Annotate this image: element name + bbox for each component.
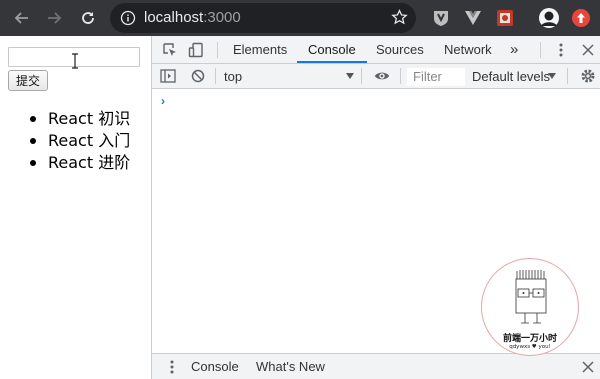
sidebar-toggle-icon[interactable] bbox=[160, 68, 176, 84]
tab-sources[interactable]: Sources bbox=[376, 36, 424, 64]
chevron-down-icon bbox=[548, 73, 556, 79]
back-button[interactable] bbox=[10, 6, 34, 30]
log-levels-select[interactable]: Default levels bbox=[472, 69, 550, 84]
console-toolbar: top Filter Default levels bbox=[152, 64, 600, 89]
tab-network[interactable]: Network bbox=[444, 36, 492, 64]
toolbar-divider bbox=[400, 68, 401, 84]
chevron-down-icon bbox=[346, 73, 354, 79]
kebab-menu-icon[interactable] bbox=[553, 42, 569, 58]
url-text: localhost:3000 bbox=[144, 9, 241, 26]
filter-input[interactable]: Filter bbox=[407, 68, 465, 86]
clear-console-icon[interactable] bbox=[190, 68, 206, 84]
eye-icon[interactable] bbox=[374, 68, 390, 84]
drawer-tab-bar: Console What's New bbox=[152, 353, 600, 379]
toolbar-divider bbox=[215, 68, 216, 84]
toolbar-divider bbox=[567, 68, 568, 84]
inspect-element-icon[interactable] bbox=[162, 42, 178, 58]
toolbar-divider bbox=[217, 42, 218, 58]
devtools-tab-bar: Elements Console Sources Network » bbox=[152, 36, 600, 64]
mascot-icon bbox=[515, 270, 547, 324]
list-item: React 进阶 bbox=[30, 152, 130, 174]
avatar-icon[interactable] bbox=[538, 7, 560, 29]
bookmark-star-icon[interactable] bbox=[391, 9, 408, 26]
page-content: 提交 React 初识 React 入门 React 进阶 bbox=[0, 36, 151, 379]
reload-button[interactable] bbox=[76, 6, 100, 30]
arrow-left-icon bbox=[14, 12, 28, 24]
context-select[interactable]: top bbox=[224, 69, 242, 84]
more-tabs-button[interactable]: » bbox=[510, 36, 518, 64]
extension-gallery-icon[interactable] bbox=[494, 7, 516, 29]
info-icon[interactable] bbox=[120, 10, 136, 26]
address-bar[interactable]: localhost:3000 bbox=[110, 3, 416, 33]
close-icon[interactable] bbox=[580, 42, 596, 58]
watermark-badge: 前端一万小时 qdywxs ♥ you! bbox=[481, 258, 579, 356]
tab-elements[interactable]: Elements bbox=[233, 36, 287, 64]
gear-icon[interactable] bbox=[580, 68, 596, 84]
extension-shield-icon[interactable] bbox=[430, 7, 452, 29]
console-prompt: › bbox=[161, 94, 165, 108]
drawer-tab-console[interactable]: Console bbox=[191, 354, 239, 379]
submit-button[interactable]: 提交 bbox=[8, 70, 48, 91]
drawer-menu-icon[interactable] bbox=[164, 359, 180, 375]
active-tab-indicator bbox=[297, 61, 367, 63]
toolbar-divider bbox=[361, 68, 362, 84]
item-list: React 初识 React 入门 React 进阶 bbox=[30, 108, 130, 174]
close-drawer-icon[interactable] bbox=[580, 359, 596, 375]
list-item: React 初识 bbox=[30, 108, 130, 130]
extension-vue-icon[interactable] bbox=[462, 7, 484, 29]
device-toggle-icon[interactable] bbox=[188, 42, 204, 58]
browser-toolbar: localhost:3000 bbox=[0, 0, 600, 36]
reload-icon bbox=[82, 12, 94, 24]
watermark-subtitle: qdywxs ♥ you! bbox=[509, 344, 551, 350]
arrow-right-icon bbox=[48, 12, 62, 24]
toolbar-divider bbox=[540, 42, 541, 58]
list-item: React 入门 bbox=[30, 130, 130, 152]
drawer-tab-whats-new[interactable]: What's New bbox=[256, 354, 325, 379]
text-cursor-icon bbox=[72, 53, 78, 69]
forward-button[interactable] bbox=[42, 6, 66, 30]
watermark-title: 前端一万小时 bbox=[502, 334, 557, 344]
update-icon[interactable] bbox=[570, 7, 592, 29]
tab-console[interactable]: Console bbox=[308, 36, 356, 64]
